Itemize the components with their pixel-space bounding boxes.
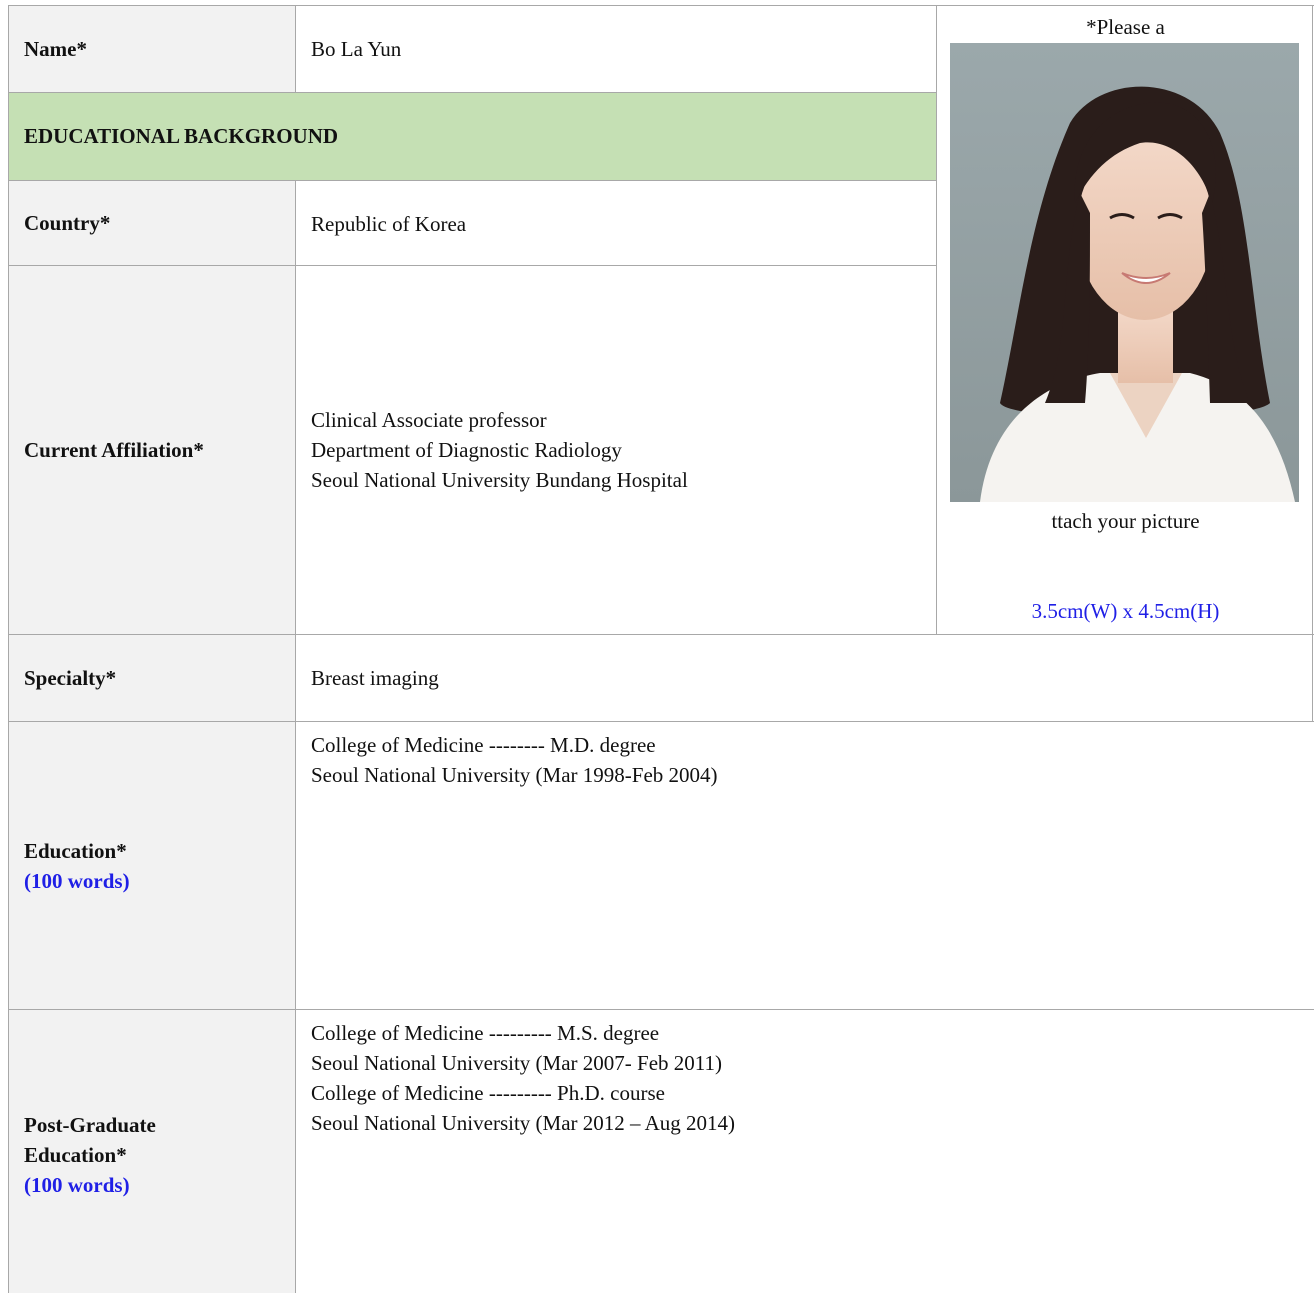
hline-after-country	[8, 265, 937, 266]
postgrad-label-line-2: Education*	[24, 1143, 127, 1167]
affiliation-line-1: Clinical Associate professor	[311, 408, 547, 432]
divider-photo-col	[936, 5, 937, 635]
profile-photo	[950, 43, 1299, 502]
education-label: Education* (100 words)	[9, 722, 296, 1009]
postgrad-line-2: Seoul National University (Mar 2007- Feb…	[311, 1051, 722, 1075]
name-label-text: Name*	[24, 36, 87, 61]
divider-label-col	[295, 5, 296, 93]
hline-after-affiliation	[8, 634, 1314, 635]
country-label-text: Country*	[24, 211, 111, 235]
education-word-limit: (100 words)	[24, 868, 130, 893]
education-value: College of Medicine -------- M.D. degree…	[296, 722, 1313, 1009]
hline-after-education	[8, 1009, 1314, 1010]
affiliation-value: Clinical Associate professor Department …	[296, 266, 937, 634]
name-value-text: Bo La Yun	[311, 37, 402, 61]
divider-label-col	[295, 180, 296, 1293]
border-top	[8, 5, 1314, 6]
postgrad-line-3: College of Medicine --------- Ph.D. cour…	[311, 1081, 665, 1105]
section-title: EDUCATIONAL BACKGROUND	[24, 124, 339, 148]
postgrad-label-line-1: Post-Graduate	[24, 1113, 156, 1137]
postgrad-word-limit: (100 words)	[24, 1173, 130, 1197]
country-value-text: Republic of Korea	[311, 211, 467, 236]
photo-size-note: 3.5cm(W) x 4.5cm(H)	[1031, 599, 1220, 623]
photo-caption-top: *Please a	[1086, 15, 1165, 39]
section-header: EDUCATIONAL BACKGROUND	[9, 93, 937, 180]
border-left	[8, 5, 9, 1293]
border-right	[1312, 5, 1313, 722]
education-line-1: College of Medicine -------- M.D. degree	[311, 733, 656, 757]
specialty-label: Specialty*	[9, 635, 296, 721]
profile-form: Name* Bo La Yun EDUCATIONAL BACKGROUND C…	[0, 0, 1314, 1293]
specialty-value: Breast imaging	[296, 635, 1313, 721]
affiliation-label-text: Current Affiliation*	[24, 437, 204, 462]
photo-caption-bottom: ttach your picture	[1051, 509, 1200, 533]
portrait-image	[950, 43, 1299, 502]
country-value: Republic of Korea	[296, 181, 937, 266]
hline-after-section	[8, 180, 937, 181]
postgrad-line-1: College of Medicine --------- M.S. degre…	[311, 1021, 660, 1045]
education-line-2: Seoul National University (Mar 1998-Feb …	[311, 763, 718, 787]
country-label: Country*	[9, 181, 296, 266]
postgrad-value: College of Medicine --------- M.S. degre…	[296, 1010, 1313, 1293]
postgrad-label: Post-Graduate Education* (100 words)	[9, 1010, 296, 1293]
hline-after-specialty	[8, 721, 1314, 722]
name-label: Name*	[9, 6, 296, 92]
name-value: Bo La Yun	[296, 6, 937, 92]
postgrad-line-4: Seoul National University (Mar 2012 – Au…	[311, 1111, 736, 1135]
hline-after-name	[8, 92, 937, 93]
specialty-value-text: Breast imaging	[311, 666, 439, 690]
affiliation-line-2: Department of Diagnostic Radiology	[311, 438, 622, 462]
education-label-text: Education*	[24, 838, 127, 863]
specialty-label-text: Specialty*	[24, 665, 117, 690]
affiliation-label: Current Affiliation*	[9, 266, 296, 634]
affiliation-line-3: Seoul National University Bundang Hospit…	[311, 468, 688, 492]
